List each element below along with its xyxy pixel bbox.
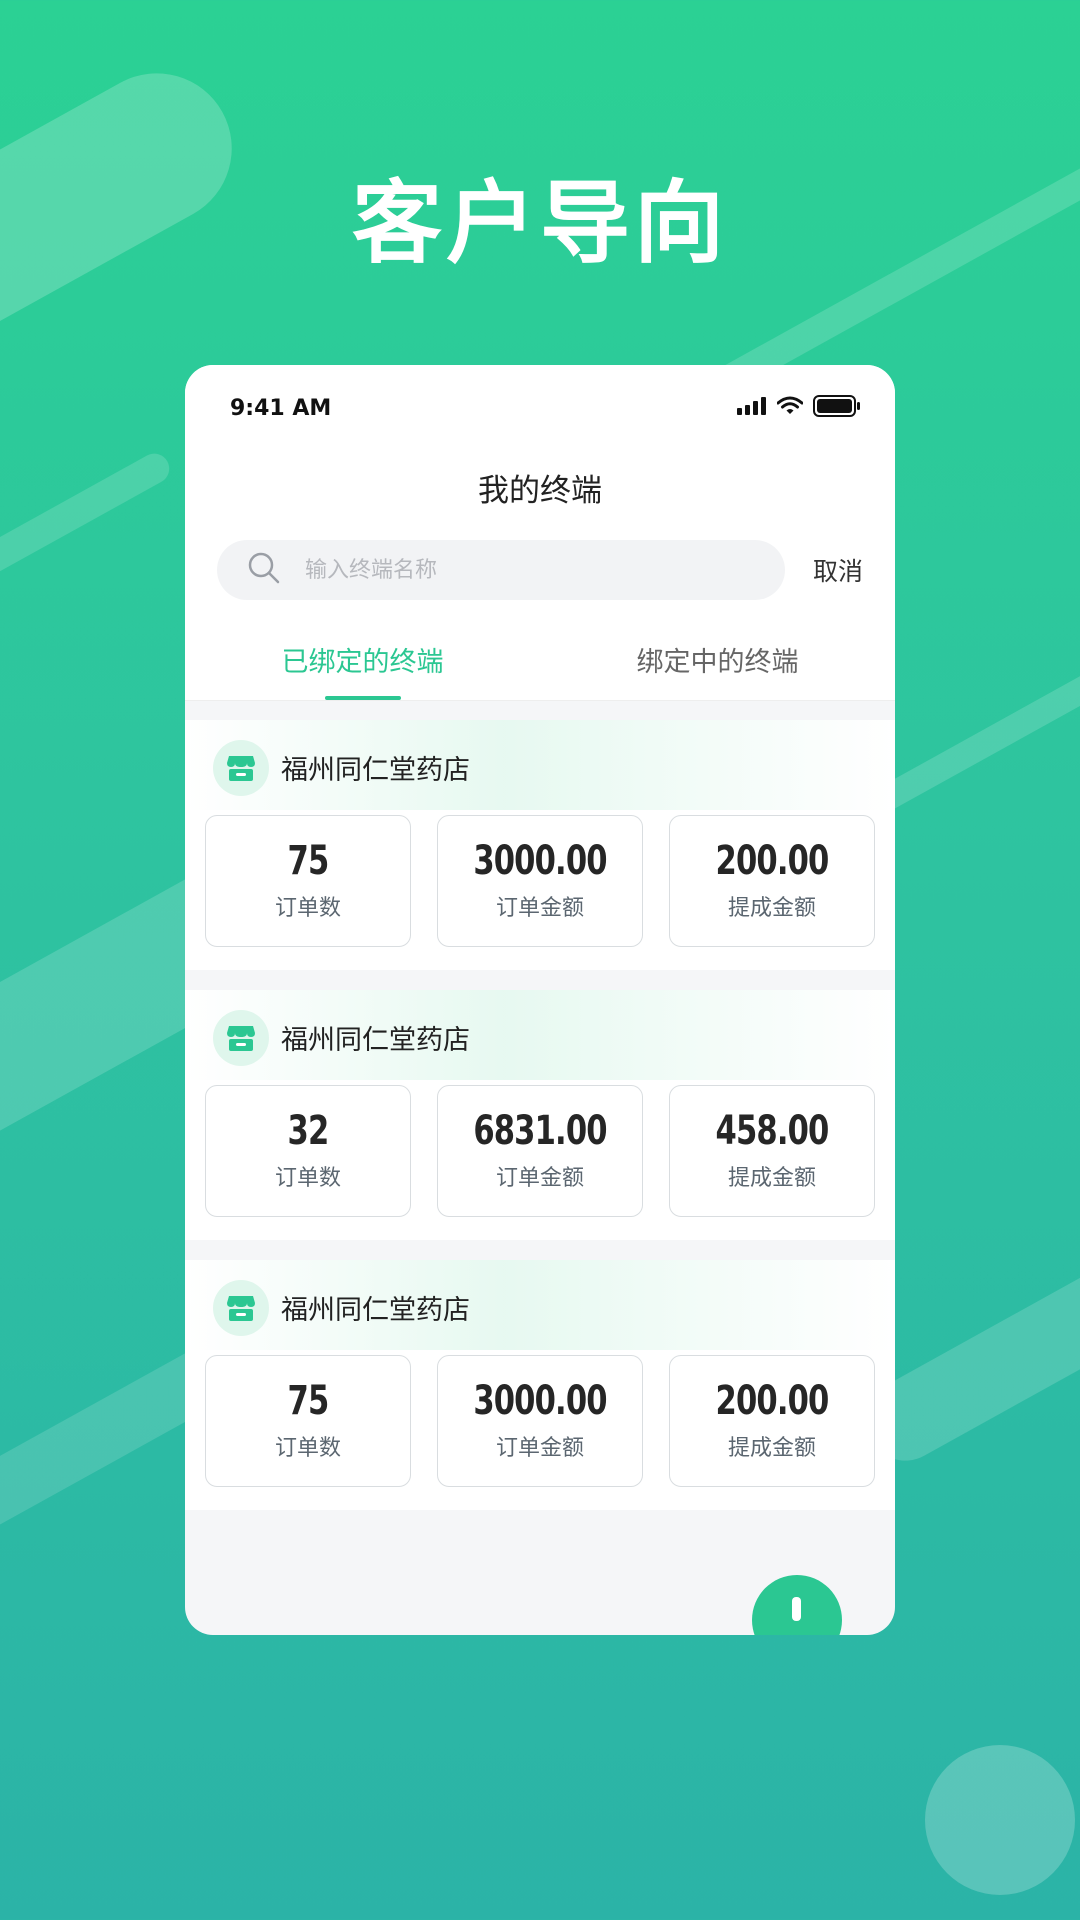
search-input[interactable] — [303, 556, 727, 584]
store-icon — [213, 1279, 269, 1336]
stat-value: 3000.00 — [473, 1378, 607, 1424]
stat-label: 订单金额 — [495, 1436, 584, 1461]
stat-label: 提成金额 — [727, 1166, 816, 1191]
stat-label: 订单数 — [274, 1166, 341, 1191]
status-bar: 9:41 AM — [230, 393, 861, 423]
wifi-icon — [776, 396, 804, 420]
stat-value: 75 — [287, 1378, 330, 1424]
stat-order-amount: 3000.00 订单金额 — [437, 1355, 643, 1487]
status-time: 9:41 AM — [230, 395, 332, 421]
battery-icon — [813, 395, 861, 421]
stat-label: 提成金额 — [727, 896, 816, 921]
stat-label: 订单金额 — [495, 896, 584, 921]
stat-order-count: 75 订单数 — [205, 815, 411, 947]
stat-commission-amount: 200.00 提成金额 — [669, 815, 875, 947]
store-icon — [213, 739, 269, 796]
status-icons — [737, 395, 861, 421]
tab-bar: 已绑定的终端 绑定中的终端 — [185, 630, 895, 701]
cancel-button[interactable]: 取消 — [813, 552, 863, 588]
tab-binding-terminals[interactable]: 绑定中的终端 — [540, 630, 895, 700]
stat-value: 200.00 — [715, 838, 830, 884]
terminal-list: 福州同仁堂药店 75 订单数 3000.00 订单金额 200.00 提成金额 — [185, 720, 895, 1530]
decorative-stripe — [0, 448, 175, 679]
store-icon — [213, 1009, 269, 1066]
signal-icon — [737, 397, 767, 419]
store-name: 福州同仁堂药店 — [281, 1025, 470, 1056]
stat-order-count: 32 订单数 — [205, 1085, 411, 1217]
stat-commission-amount: 458.00 提成金额 — [669, 1085, 875, 1217]
terminal-stats: 75 订单数 3000.00 订单金额 200.00 提成金额 — [205, 1355, 875, 1487]
stat-value: 458.00 — [715, 1108, 830, 1154]
store-name: 福州同仁堂药店 — [281, 1295, 470, 1326]
app-header: 9:41 AM 我的终端 输入终端名称 取消 已绑定的终端 绑定中的终端 — [185, 365, 895, 701]
stat-order-count: 75 订单数 — [205, 1355, 411, 1487]
stat-value: 75 — [287, 838, 330, 884]
decorative-circle — [925, 1745, 1075, 1895]
terminal-card-header: 福州同仁堂药店 — [205, 990, 875, 1085]
hero-title: 客户导向 — [352, 171, 728, 276]
tab-bound-terminals[interactable]: 已绑定的终端 — [185, 630, 540, 700]
search-box[interactable] — [217, 540, 785, 600]
stat-value: 3000.00 — [473, 838, 607, 884]
terminal-card-header: 福州同仁堂药店 — [205, 1260, 875, 1355]
floating-action-button[interactable] — [752, 1575, 842, 1635]
terminal-stats: 75 订单数 3000.00 订单金额 200.00 提成金额 — [205, 815, 875, 947]
stat-value: 200.00 — [715, 1378, 830, 1424]
stat-label: 订单数 — [274, 896, 341, 921]
stat-label: 提成金额 — [727, 1436, 816, 1461]
stat-value: 32 — [287, 1108, 330, 1154]
page-title: 我的终端 — [478, 473, 602, 509]
search-icon — [247, 551, 281, 589]
terminal-card[interactable]: 福州同仁堂药店 75 订单数 3000.00 订单金额 200.00 提成金额 — [185, 1260, 895, 1510]
terminal-stats: 32 订单数 6831.00 订单金额 458.00 提成金额 — [205, 1085, 875, 1217]
search-row: 取消 — [217, 540, 865, 600]
stat-order-amount: 3000.00 订单金额 — [437, 815, 643, 947]
phone-screen: 9:41 AM 我的终端 输入终端名称 取消 已绑定的终端 绑定中的终端 福州同… — [185, 365, 895, 1635]
stat-order-amount: 6831.00 订单金额 — [437, 1085, 643, 1217]
stat-label: 订单数 — [274, 1436, 341, 1461]
stat-label: 订单金额 — [495, 1166, 584, 1191]
stat-commission-amount: 200.00 提成金额 — [669, 1355, 875, 1487]
stat-value: 6831.00 — [473, 1108, 607, 1154]
terminal-card-header: 福州同仁堂药店 — [205, 720, 875, 815]
store-name: 福州同仁堂药店 — [281, 755, 470, 786]
terminal-card[interactable]: 福州同仁堂药店 32 订单数 6831.00 订单金额 458.00 提成金额 — [185, 990, 895, 1240]
terminal-card[interactable]: 福州同仁堂药店 75 订单数 3000.00 订单金额 200.00 提成金额 — [185, 720, 895, 970]
